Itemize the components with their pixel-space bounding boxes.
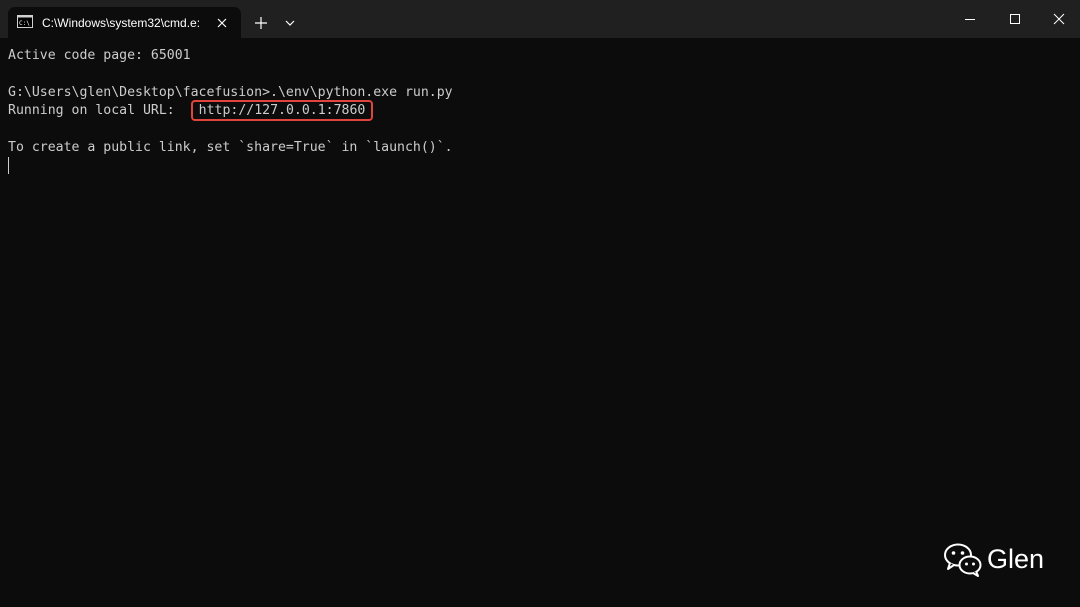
chevron-down-icon[interactable] — [281, 13, 299, 33]
plus-icon[interactable] — [251, 13, 271, 33]
maximize-icon[interactable] — [991, 0, 1037, 38]
close-icon[interactable] — [1035, 0, 1080, 38]
console-line: To create a public link, set `share=True… — [8, 140, 453, 155]
console-line: Active code page: 65001 — [8, 48, 191, 63]
tab-cmd[interactable]: C:\ C:\Windows\system32\cmd.e: — [8, 7, 241, 38]
title-bar: C:\ C:\Windows\system32\cmd.e: — [0, 0, 1080, 38]
console-output[interactable]: Active code page: 65001 G:\Users\glen\De… — [0, 38, 1080, 607]
svg-text:C:\: C:\ — [19, 20, 30, 27]
text-cursor — [8, 157, 9, 174]
tab-title: C:\Windows\system32\cmd.e: — [42, 16, 201, 30]
console-line-label: Running on local URL: — [8, 103, 191, 118]
cmd-icon: C:\ — [17, 15, 33, 28]
minimize-icon[interactable] — [946, 0, 992, 38]
wechat-icon — [944, 543, 982, 582]
close-icon[interactable] — [215, 16, 229, 30]
local-url-link[interactable]: http://127.0.0.1:7860 — [190, 100, 374, 121]
watermark-text: Glen — [987, 544, 1045, 574]
console-line: Running on local URL: http://127.0.0.1:7… — [8, 100, 374, 121]
